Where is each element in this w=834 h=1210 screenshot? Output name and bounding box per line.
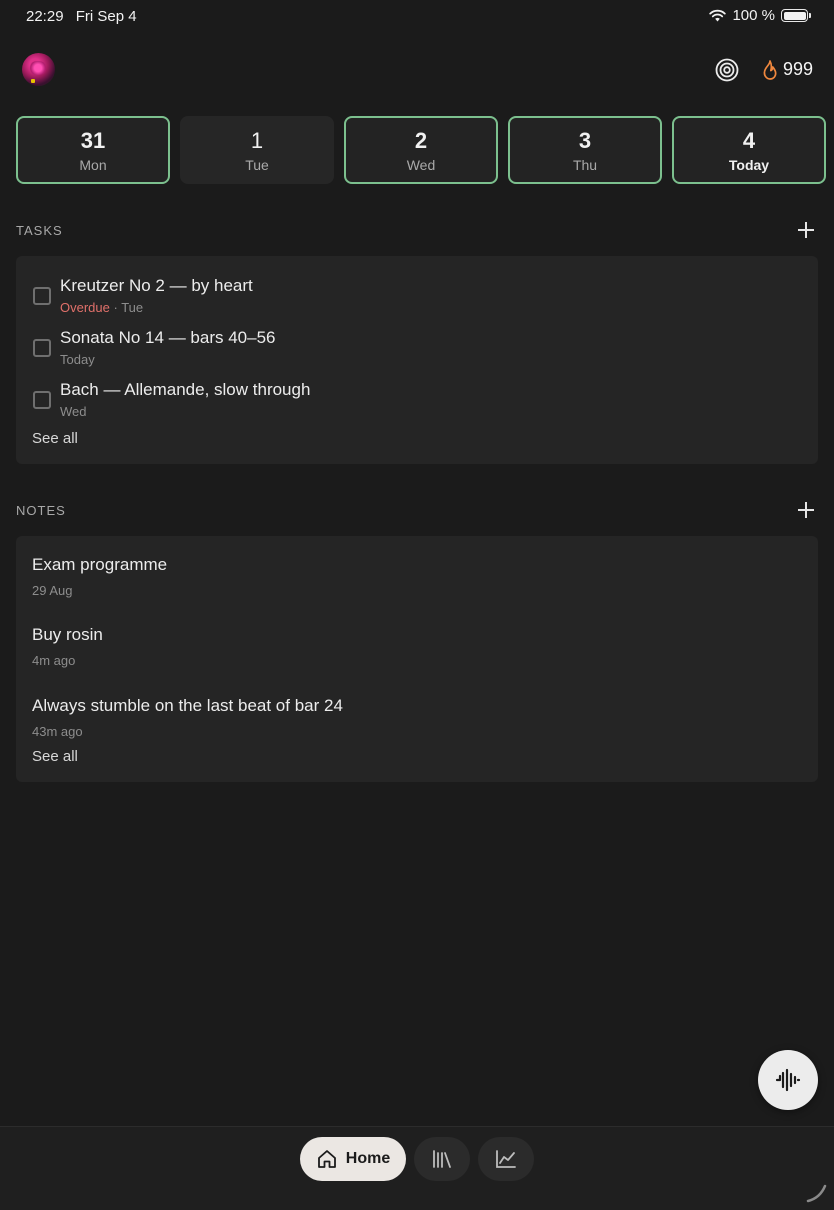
note-item[interactable]: Always stumble on the last beat of bar 2… <box>32 696 343 739</box>
task-day: Today <box>60 352 95 367</box>
task-checkbox[interactable] <box>33 391 51 409</box>
note-time: 43m ago <box>32 724 83 739</box>
day-card-mon[interactable]: 31 Mon <box>16 116 170 184</box>
task-item[interactable]: Bach — Allemande, slow through Wed <box>16 380 802 424</box>
notes-see-all-link[interactable]: See all <box>32 748 78 765</box>
day-label: Tue <box>245 156 269 173</box>
waveform-icon <box>775 1068 801 1092</box>
task-title: Bach — Allemande, slow through <box>60 380 311 399</box>
day-number: 31 <box>80 127 106 153</box>
day-card-thu[interactable]: 3 Thu <box>508 116 662 184</box>
resize-handle-icon <box>806 1184 827 1203</box>
tasks-see-all-link[interactable]: See all <box>32 430 78 447</box>
status-date: Fri Sep 4 <box>75 8 137 25</box>
battery-icon <box>781 9 811 22</box>
home-icon <box>317 1150 336 1168</box>
note-title: Exam programme <box>32 555 168 574</box>
day-number: 1 <box>250 127 264 153</box>
nav-home-button[interactable]: Home <box>300 1137 406 1181</box>
note-time: 29 Aug <box>32 583 73 598</box>
status-bar: 22:29 Fri Sep 4 100 % <box>0 0 834 34</box>
task-item[interactable]: Kreutzer No 2 — by heart Overdue · Tue <box>16 276 802 320</box>
task-title: Kreutzer No 2 — by heart <box>60 276 253 295</box>
day-number: 3 <box>578 127 592 153</box>
streak-count: 999 <box>782 59 813 79</box>
bottom-nav: Home <box>0 1126 834 1210</box>
tasks-heading: TASKS <box>16 223 63 238</box>
status-right: 100 % <box>709 7 811 24</box>
record-button[interactable] <box>758 1050 818 1110</box>
task-subtitle: Overdue · Tue <box>60 300 143 315</box>
home-screen: 22:29 Fri Sep 4 100 % 999 31 Mon 1 Tue 2… <box>0 0 834 1210</box>
add-note-button[interactable] <box>797 501 815 519</box>
note-item[interactable]: Exam programme 29 Aug <box>32 555 167 598</box>
task-checkbox[interactable] <box>33 339 51 357</box>
battery-percent: 100 % <box>732 7 775 24</box>
target-icon[interactable] <box>715 58 739 82</box>
task-day: Tue <box>121 300 144 315</box>
note-title: Always stumble on the last beat of bar 2… <box>32 696 343 715</box>
day-label: Thu <box>572 156 598 173</box>
flame-icon <box>763 59 777 80</box>
status-time-date: 22:29 Fri Sep 4 <box>26 8 137 25</box>
day-card-tue[interactable]: 1 Tue <box>180 116 334 184</box>
streak-counter[interactable]: 999 <box>762 59 813 80</box>
day-card-wed[interactable]: 2 Wed <box>344 116 498 184</box>
task-title: Sonata No 14 — bars 40–56 <box>60 328 276 347</box>
day-label: Wed <box>406 156 436 173</box>
nav-stats-button[interactable] <box>478 1137 534 1181</box>
note-item[interactable]: Buy rosin 4m ago <box>32 625 103 668</box>
overdue-label: Overdue <box>60 300 110 315</box>
task-checkbox[interactable] <box>33 287 51 305</box>
notes-card: Exam programme 29 Aug Buy rosin 4m ago A… <box>16 536 818 782</box>
day-label: Today <box>728 156 770 173</box>
notes-heading: NOTES <box>16 503 66 518</box>
nav-home-label: Home <box>345 1150 391 1167</box>
day-label: Mon <box>79 156 107 173</box>
day-number: 4 <box>742 127 756 153</box>
avatar[interactable] <box>22 53 55 86</box>
add-task-button[interactable] <box>797 221 815 239</box>
stats-icon <box>496 1150 516 1168</box>
wifi-icon <box>709 9 727 22</box>
task-item[interactable]: Sonata No 14 — bars 40–56 Today <box>16 328 802 372</box>
note-title: Buy rosin <box>32 625 103 644</box>
day-selector: 31 Mon 1 Tue 2 Wed 3 Thu 4 Today <box>16 116 826 184</box>
separator: · <box>109 300 122 315</box>
library-icon <box>433 1150 451 1168</box>
nav-library-button[interactable] <box>414 1137 470 1181</box>
task-day: Wed <box>60 404 87 419</box>
day-card-today[interactable]: 4 Today <box>672 116 826 184</box>
day-number: 2 <box>414 127 428 153</box>
status-time: 22:29 <box>26 8 64 25</box>
tasks-card: Kreutzer No 2 — by heart Overdue · Tue S… <box>16 256 818 464</box>
note-time: 4m ago <box>32 653 76 668</box>
